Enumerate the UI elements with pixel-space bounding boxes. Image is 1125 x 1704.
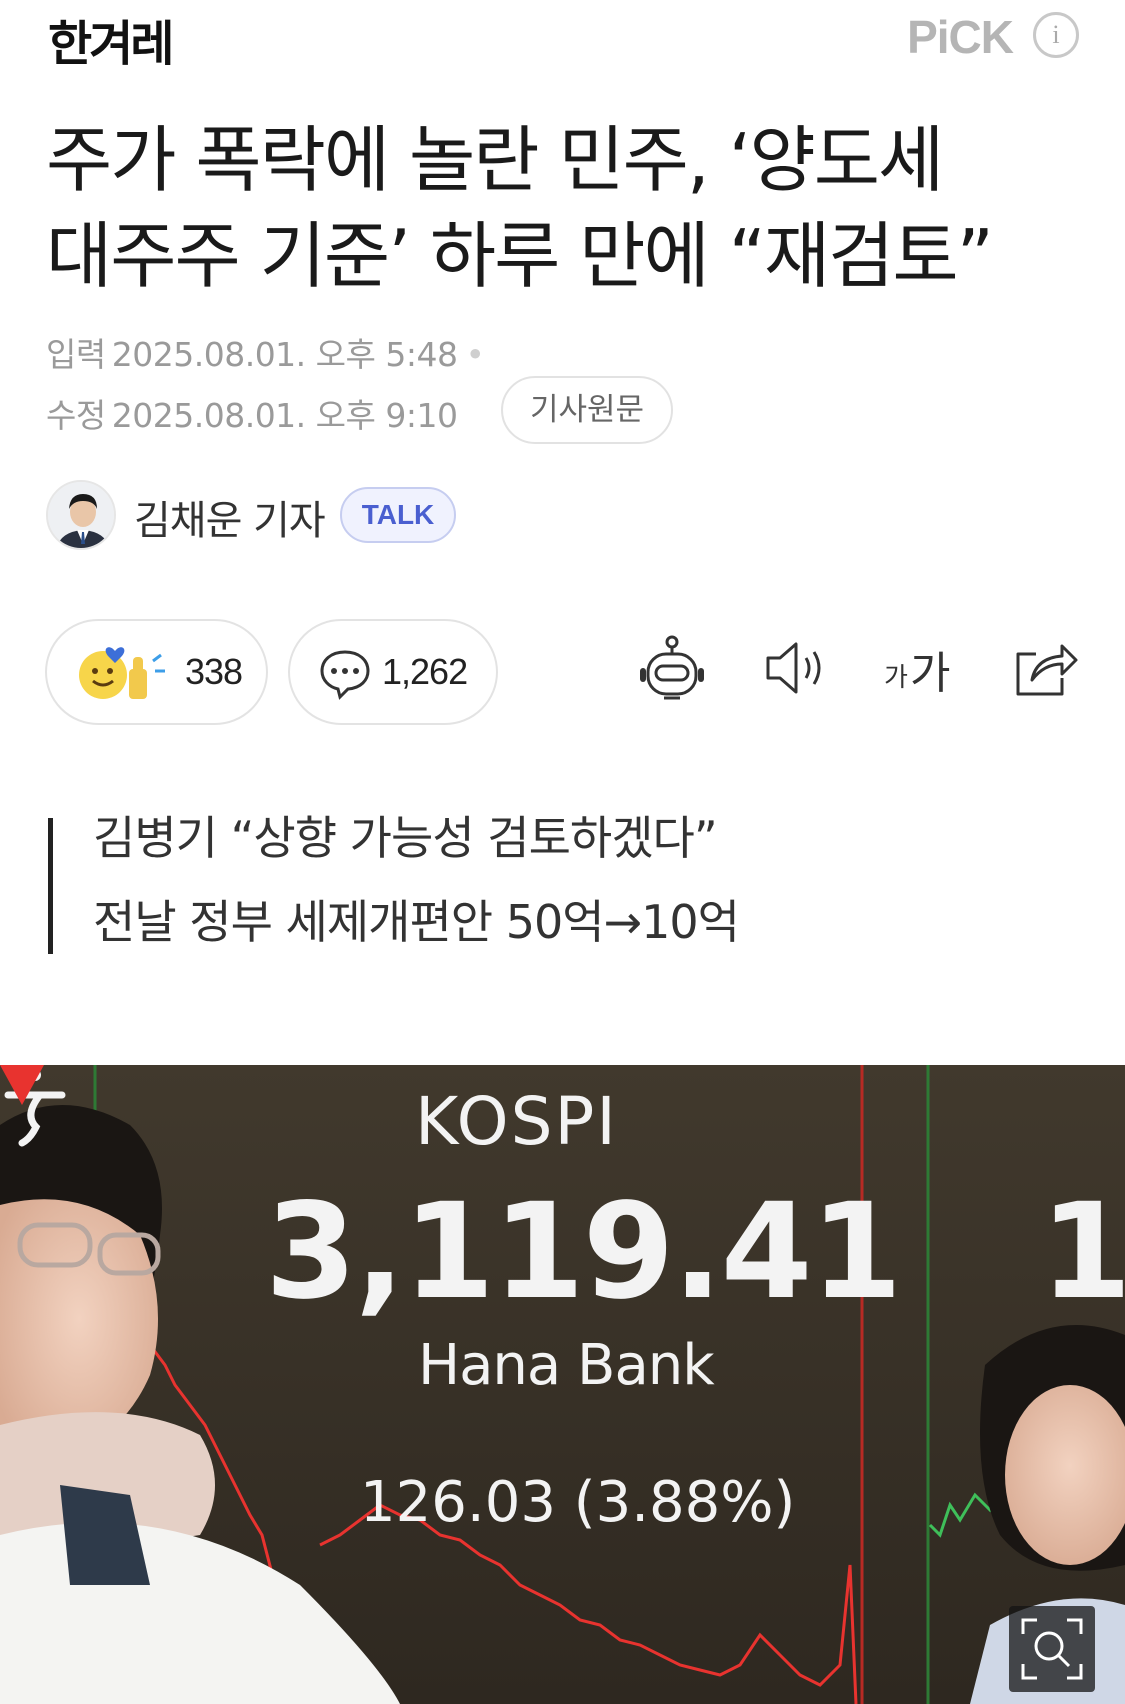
info-icon[interactable]: i [1033,12,1079,58]
down-triangle-icon [0,1065,44,1105]
summary-bot-button[interactable] [634,630,710,706]
author-photo [48,482,114,548]
original-article-button[interactable]: 기사원문 [501,376,673,444]
reaction-count: 338 [185,651,243,692]
input-label: 입력 [46,335,106,374]
font-size-icon: 가 가 [884,648,950,699]
press-logo[interactable]: 한겨레 [48,4,174,74]
reaction-button[interactable]: 338 [45,619,268,725]
svg-text:가: 가 [910,648,950,699]
comment-icon [320,650,370,700]
input-time: 2025.08.01. 오후 5:48 [111,335,458,374]
comment-button[interactable]: 1,262 [288,619,498,725]
comment-count: 1,262 [382,651,468,692]
tts-speaker-icon [766,642,821,694]
zoom-magnifier-icon [1021,1618,1083,1680]
board-change-value: 126.03 (3.88%) [360,1470,796,1535]
summary-bot-icon [640,635,704,700]
board-index-value: 3,119.41 [265,1175,902,1329]
top-bar: 한겨레 PiCK i [0,0,1125,80]
article-headline: 주가 폭락에 놀란 민주, ‘양도세 대주주 기준’ 하루 만에 “재검토” [46,112,1086,304]
board-index-value-partial: 1 [1040,1175,1125,1329]
modified-label: 수정 [46,396,106,435]
modified-dateline: 수정 2025.08.01. 오후 9:10 [46,389,458,437]
board-title: KOSPI [415,1083,618,1160]
talk-button[interactable]: TALK [340,487,456,543]
reaction-icon [79,647,165,699]
svg-text:가: 가 [884,663,908,693]
summary-line-2: 전날 정부 세제개편안 50억→10억 [93,895,740,949]
share-icon [1016,644,1078,696]
author-name[interactable]: 김채운 기자 [134,488,326,546]
font-size-button[interactable]: 가 가 [882,630,958,706]
headline-line-1: 주가 폭락에 놀란 민주, ‘양도세 [46,118,944,202]
photo-zoom-button[interactable] [1009,1606,1095,1692]
summary-line-1: 김병기 “상향 가능성 검토하겠다” [93,811,718,865]
separator-dot: • [465,335,485,374]
author-avatar[interactable] [46,480,116,550]
article-summary: 김병기 “상향 가능성 검토하겠다” 전날 정부 세제개편안 50억→10억 [48,811,948,954]
board-bank-name: Hana Bank [418,1333,715,1398]
modified-time: 2025.08.01. 오후 9:10 [111,396,458,435]
input-dateline: 입력 2025.08.01. 오후 5:48 • [46,328,485,376]
pick-badge: PiCK [907,11,1014,63]
share-button[interactable] [1006,630,1082,706]
tts-button[interactable] [758,630,834,706]
headline-line-2: 대주주 기준’ 하루 만에 “재검토” [46,214,994,298]
article-photo[interactable]: KOSPI 3,119.41 1 Hana Bank 126.03 (3.88%… [0,1065,1125,1704]
